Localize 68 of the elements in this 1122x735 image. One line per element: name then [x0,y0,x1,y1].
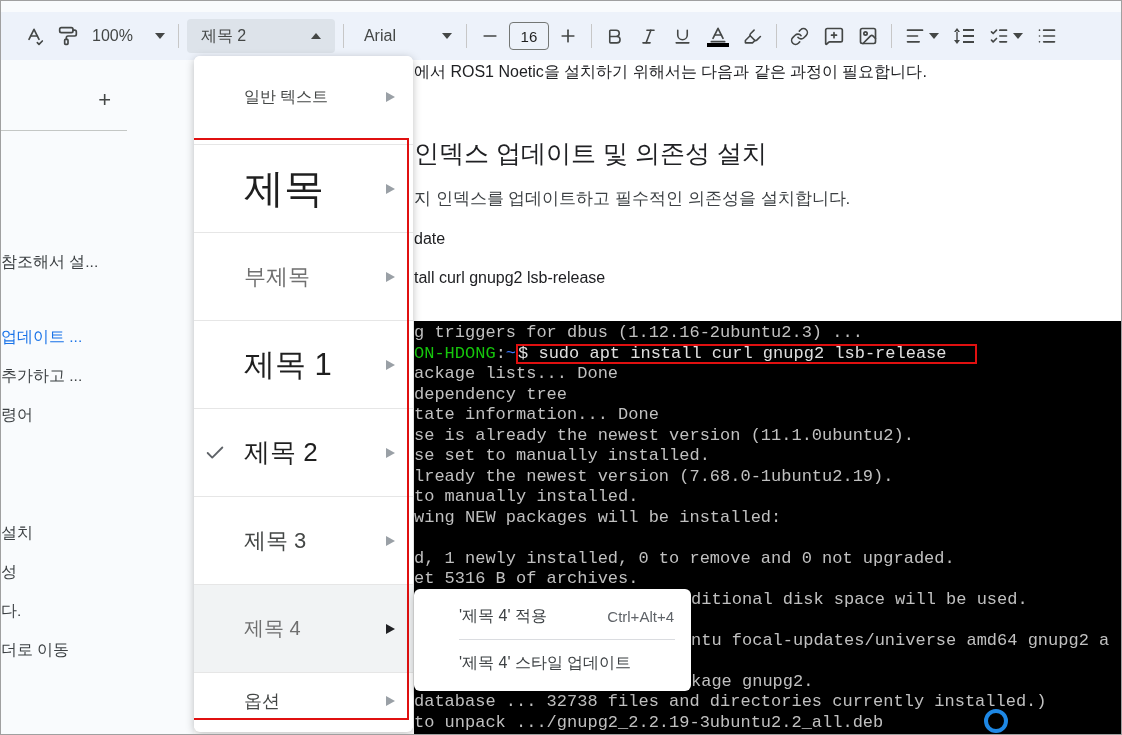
caret-icon [928,33,939,39]
outline-item[interactable]: 설치 [1,514,194,553]
align-left-icon [904,26,925,46]
style-menu-item[interactable]: 제목 4 [194,584,413,672]
add-tab-button[interactable]: + [96,86,113,113]
style-menu-item[interactable]: 제목 2 [194,408,413,496]
terminal-line: kage gnupg2. [691,671,814,691]
style-menu-item[interactable]: 일반 텍스트 [194,56,413,138]
outline-item[interactable]: 다. [1,592,194,631]
caret-icon [1012,33,1023,39]
section-heading: 인덱스 업데이트 및 의존성 설치 [414,138,768,168]
body-text: 에서 ROS1 Noetic을 설치하기 위해서는 다음과 같은 과정이 필요합니다. [414,62,928,82]
submenu-arrow-icon [386,623,395,634]
terminal-line: to manually installed. [414,487,639,506]
style-menu-item[interactable]: 제목 1 [194,320,413,408]
submenu-item[interactable]: '제목 4' 적용 Ctrl+Alt+4 [414,593,691,639]
terminal-line: se is already the newest version (11.1.0ubuntu2). [414,425,914,445]
caret-icon [154,33,165,39]
terminal-line: tate information... Done [414,405,659,424]
terminal-line: database ... 32738 files and directories currently installed.) [414,692,1047,711]
submenu-label: '제목 4' 적용 [459,605,547,626]
style-menu-item[interactable]: 부제목 [194,232,413,320]
outline-item[interactable]: 추가하고 ... [1,357,194,396]
shortcut-text: Ctrl+Alt+4 [607,607,674,625]
terminal-line: ackage lists... Done [414,364,619,383]
terminal-line: ditional disk space will be used. [691,589,1028,609]
submenu-arrow-icon [386,535,395,546]
terminal-line: wing NEW packages will be installed: [414,507,782,527]
font-dropdown[interactable]: Arial [351,20,458,52]
line-spacing-icon[interactable] [952,26,975,46]
checklist-icon [988,26,1009,46]
submenu-item[interactable]: '제목 4' 스타일 업데이트 [414,640,691,686]
submenu-arrow-icon [386,695,395,706]
submenu-arrow-icon [386,359,395,370]
prompt-path: ~ [505,343,517,364]
submenu-arrow-icon [386,183,395,194]
outline-item[interactable]: 참조해서 설... [1,243,194,282]
prompt-separator: : [495,343,506,364]
prompt-host: ON-HDONG [414,343,496,364]
caret-icon [441,33,452,39]
style-menu-item[interactable]: 옵션 [194,672,413,728]
body-text: 지 인덱스를 업데이트하고 필수적인 의존성을 설치합니다. [414,188,852,210]
style-menu-item[interactable]: 제목 3 [194,496,413,584]
terminal-line: d, 1 newly installed, 0 to remove and 0 not upgraded. [414,548,955,568]
cursor-ring-icon [984,709,1008,733]
outline-item[interactable]: 성 [1,553,194,592]
submenu-arrow-icon [386,271,395,282]
outline-item[interactable]: 령어 [1,396,194,435]
terminal-line: et 5316 B of archives. [414,569,639,588]
terminal-line: to unpack .../gnupg2_2.2.19-3ubuntu2.2_all.deb [414,712,884,732]
terminal-line: lready the newest version (7.68.0-1ubuntu2.19). [414,466,894,486]
terminal-command: $ sudo apt install curl gnupg2 lsb-release [516,343,977,364]
command-text: date [414,229,447,249]
zoom-dropdown[interactable]: 100% [87,20,170,52]
outline-item[interactable]: 더로 이동 [1,631,194,670]
terminal-line: g triggers for dbus (1.12.16-2ubuntu2.3) ... [414,323,863,342]
submenu-label: '제목 4' 스타일 업데이트 [459,652,632,673]
submenu-arrow-icon [386,447,395,458]
terminal-line: se set to manually installed. [414,446,710,465]
style-menu-item[interactable]: 제목 [194,144,413,232]
terminal-line: dependency tree [414,384,568,404]
caret-icon [310,33,321,39]
command-text: tall curl gnupg2 lsb-release [414,268,607,288]
font-size-field[interactable]: 16 [508,22,549,50]
outline-item[interactable]: 업데이트 ... [1,318,194,357]
style-dropdown[interactable]: 제목 2 [186,19,335,53]
terminal-line: ntu focal-updates/universe amd64 gnupg2 a [691,630,1110,650]
submenu-arrow-icon [386,92,395,102]
